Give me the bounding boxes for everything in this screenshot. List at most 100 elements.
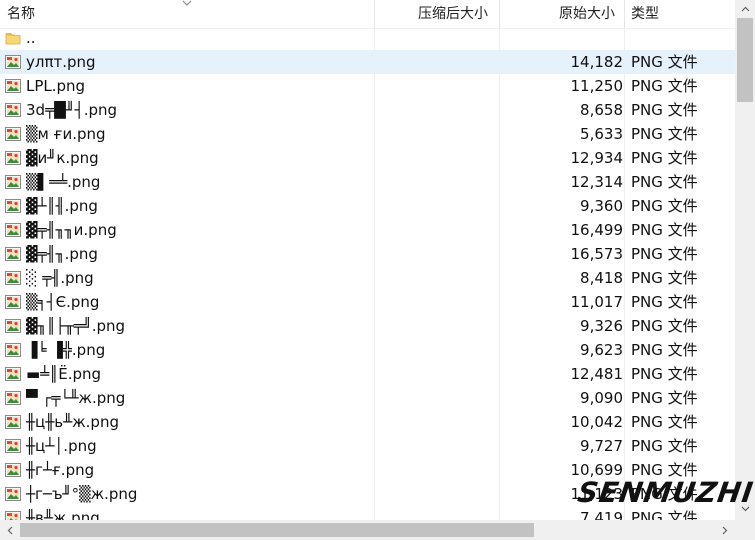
- png-file-icon: [5, 150, 21, 166]
- file-original-size: 12,314: [570, 173, 624, 191]
- png-file-icon: [5, 102, 21, 118]
- file-row[interactable]: ╫ц╫ь╨ж.png 10,042 PNG 文件: [0, 410, 735, 434]
- file-row[interactable]: ▐╘ ▐╬.png 9,623 PNG 文件: [0, 338, 735, 362]
- file-name: ╫г┴ғ.png: [26, 461, 95, 479]
- file-type: PNG 文件: [631, 101, 698, 119]
- file-type: PNG 文件: [631, 125, 698, 143]
- column-divider[interactable]: [499, 0, 500, 28]
- horizontal-scroll-thumb[interactable]: [20, 523, 534, 537]
- file-name: ▓┴║╢.png: [26, 197, 98, 215]
- scrollbar-corner: [735, 520, 755, 540]
- png-file-icon: [5, 54, 21, 70]
- vertical-scrollbar[interactable]: [735, 0, 755, 520]
- column-divider[interactable]: [374, 0, 375, 28]
- parent-folder-row[interactable]: ..: [0, 26, 735, 50]
- file-type: PNG 文件: [631, 149, 698, 167]
- column-header-name[interactable]: 名称: [7, 0, 35, 28]
- png-file-icon: [5, 78, 21, 94]
- vertical-scroll-thumb[interactable]: [737, 18, 753, 102]
- parent-folder-label: ..: [26, 29, 36, 47]
- file-name: 3d╤█╜┤.png: [26, 101, 118, 119]
- png-file-icon: [5, 198, 21, 214]
- scroll-left-icon[interactable]: [0, 521, 20, 539]
- png-file-icon: [5, 366, 21, 382]
- file-name: ╫в╨ж.png: [26, 509, 100, 520]
- column-header-type[interactable]: 类型: [631, 0, 659, 28]
- png-file-icon: [5, 246, 21, 262]
- file-original-size: 8,418: [580, 269, 623, 287]
- file-type: PNG 文件: [631, 77, 698, 95]
- file-original-size: 5,633: [580, 125, 623, 143]
- file-type: PNG 文件: [631, 365, 698, 383]
- file-row[interactable]: ╫ц┴│.png 9,727 PNG 文件: [0, 434, 735, 458]
- png-file-icon: [5, 318, 21, 334]
- file-row[interactable]: улπт.png 14,182 PNG 文件: [0, 50, 735, 74]
- file-row[interactable]: ▓╖║├╥╤╝.png 9,326 PNG 文件: [0, 314, 735, 338]
- png-file-icon: [5, 222, 21, 238]
- file-name: улπт.png: [26, 53, 96, 71]
- file-original-size: 11,017: [570, 293, 624, 311]
- file-type: PNG 文件: [631, 389, 698, 407]
- png-file-icon: [5, 174, 21, 190]
- png-file-icon: [5, 414, 21, 430]
- file-original-size: 9,623: [580, 341, 623, 359]
- png-file-icon: [5, 342, 21, 358]
- file-original-size: 9,727: [580, 437, 623, 455]
- file-type: PNG 文件: [631, 269, 698, 287]
- file-original-size: 11,250: [570, 77, 624, 95]
- file-row[interactable]: ▒м ғи.png 5,633 PNG 文件: [0, 122, 735, 146]
- file-original-size: 12,934: [570, 149, 624, 167]
- file-type: PNG 文件: [631, 437, 698, 455]
- file-name: ░ ╤╢.png: [26, 269, 94, 287]
- watermark: SENMUZHI: [575, 476, 755, 509]
- file-row[interactable]: ▬╧║Ё.png 12,481 PNG 文件: [0, 362, 735, 386]
- file-name: ▒м ғи.png: [26, 125, 106, 143]
- scroll-right-icon[interactable]: [715, 521, 735, 539]
- horizontal-scrollbar[interactable]: [0, 520, 735, 540]
- file-type: PNG 文件: [631, 221, 698, 239]
- file-row[interactable]: LPL.png 11,250 PNG 文件: [0, 74, 735, 98]
- scroll-up-icon[interactable]: [735, 0, 755, 18]
- file-row[interactable]: ▓┴║╢.png 9,360 PNG 文件: [0, 194, 735, 218]
- png-file-icon: [5, 294, 21, 310]
- file-row[interactable]: ▒╕┤Є.png 11,017 PNG 文件: [0, 290, 735, 314]
- file-name: ▬╧║Ё.png: [26, 365, 102, 383]
- folder-icon: [5, 30, 21, 46]
- file-name: ┼г─ъ╜°▒ж.png: [26, 485, 138, 503]
- file-original-size: 16,573: [570, 245, 624, 263]
- file-original-size: 10,042: [570, 413, 624, 431]
- file-original-size: 8,658: [580, 101, 623, 119]
- file-name: ╫ц┴│.png: [26, 437, 97, 455]
- file-row[interactable]: ▓и╜к.png 12,934 PNG 文件: [0, 146, 735, 170]
- file-name: LPL.png: [26, 77, 86, 95]
- column-header-compressed-size[interactable]: 压缩后大小: [418, 0, 488, 28]
- file-row[interactable]: ░ ╤╢.png 8,418 PNG 文件: [0, 266, 735, 290]
- png-file-icon: [5, 462, 21, 478]
- png-file-icon: [5, 438, 21, 454]
- file-list: .. улπт.png 14,182 PNG 文件 LPL.png 11,250 PNG …: [0, 26, 735, 520]
- file-type: PNG 文件: [631, 53, 698, 71]
- file-row[interactable]: 3d╤█╜┤.png 8,658 PNG 文件: [0, 98, 735, 122]
- file-row[interactable]: ▓╤╢╖╖и.png 16,499 PNG 文件: [0, 218, 735, 242]
- file-type: PNG 文件: [631, 341, 698, 359]
- file-name: ▓╤╢╖╖и.png: [26, 221, 117, 239]
- file-original-size: 9,090: [580, 389, 623, 407]
- file-original-size: 12,481: [570, 365, 624, 383]
- file-type: PNG 文件: [631, 197, 698, 215]
- png-file-icon: [5, 510, 21, 520]
- column-divider[interactable]: [624, 0, 625, 28]
- file-type: PNG 文件: [631, 293, 698, 311]
- file-name: ▒╕┤Є.png: [26, 293, 100, 311]
- file-row[interactable]: ▓╤╢╖.png 16,573 PNG 文件: [0, 242, 735, 266]
- column-header-original-size[interactable]: 原始大小: [559, 0, 615, 28]
- file-row[interactable]: ▒▌═╧.png 12,314 PNG 文件: [0, 170, 735, 194]
- sort-indicator-icon: [182, 0, 192, 8]
- file-original-size: 14,182: [570, 53, 624, 71]
- file-original-size: 9,326: [580, 317, 623, 335]
- file-name: ▓╤╢╖.png: [26, 245, 98, 263]
- png-file-icon: [5, 126, 21, 142]
- file-type: PNG 文件: [631, 245, 698, 263]
- file-original-size: 16,499: [570, 221, 624, 239]
- file-row[interactable]: ▀ ┌╤└╨ж.png 9,090 PNG 文件: [0, 386, 735, 410]
- file-name: ▓╖║├╥╤╝.png: [26, 317, 126, 335]
